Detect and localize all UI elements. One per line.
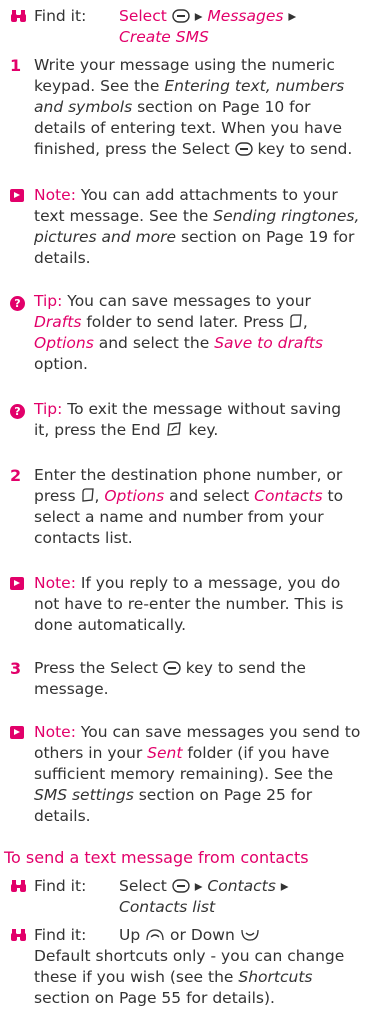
arrow-icon: ▸ [280,877,289,895]
or-text: or [165,926,191,944]
select-text: Select [119,877,167,895]
arrow-icon: ▸ [288,7,297,25]
find-it-path: Select ▸ Contacts ▸ Contacts list [119,876,359,918]
step-number: 3 [10,659,22,678]
note-icon [10,722,30,743]
note-text-part: If you reply to a message, you do not ha… [34,574,344,634]
select-key-icon [234,142,253,156]
tip-text-part: option. [34,355,88,373]
sent-link: Sent [147,744,183,762]
step-text-part: Press the Select [34,659,163,677]
tip-icon: ? [10,399,30,420]
step-text-part: key to send. [252,140,353,158]
binoculars-icon [10,8,30,29]
softkey-icon [290,314,302,328]
tip-text-part: key. [183,421,219,439]
note-label: Note: [34,723,76,741]
softkey-icon [81,488,94,502]
select-key-icon [172,9,190,23]
binoculars-icon [10,927,30,948]
step-number: 1 [10,56,22,75]
find-it-label: Find it: [34,926,87,944]
tip-text-part: and select the [93,334,215,352]
end-key-icon [167,422,182,436]
find-it-path: Select ▸ Messages ▸ Create SMS [119,6,359,48]
note-icon [10,573,30,594]
step-text-part: and select [164,487,255,505]
tip-text: Tip: You can save messages to your Draft… [34,292,323,373]
note-text: Note: You can add attachments to your te… [34,185,361,269]
tip-label: Tip: [34,292,63,310]
note-icon [10,185,30,206]
select-key-icon [172,879,190,893]
find-it-label: Find it: [34,7,87,25]
note-text: Note: You can save messages you send to … [34,722,361,827]
shortcuts-text-part: section on Page 55 for details). [34,989,275,1007]
create-sms-link: Create SMS [119,28,209,46]
down-text: Down [190,926,235,944]
tip-icon: ? [10,291,30,312]
contacts-link: Contacts [254,487,323,505]
options-link: Options [104,487,165,505]
find-it-label: Find it: [34,877,87,895]
find-it-path: Up or Down [119,925,359,946]
up-key-icon [146,929,164,941]
tip-text: Tip: To exit the message without saving … [34,399,361,441]
section-heading: To send a text message from contacts [4,848,309,867]
up-text: Up [119,926,141,944]
options-link: Options [34,334,94,352]
step-text: Enter the destination phone number, or p… [34,466,344,547]
down-key-icon [241,929,259,941]
shortcuts-body: Default shortcuts only - you can change … [34,946,361,1009]
note-label: Note: [34,186,76,204]
note-label: Note: [34,574,76,592]
save-to-drafts-link: Save to drafts [214,334,323,352]
tip-label: Tip: [34,400,63,418]
select-text: Select [119,7,167,25]
contacts-list-link: Contacts list [119,898,216,916]
messages-link: Messages [207,7,284,25]
contacts-link: Contacts [207,877,276,895]
arrow-icon: ▸ [194,877,203,895]
tip-text-part: You can save messages to your [62,292,311,310]
select-key-icon [163,661,181,675]
tip-text-part: folder to send later. Press [81,313,289,331]
shortcuts-link: Shortcuts [238,968,313,986]
step-text: Press the Select key to send the message… [34,658,361,700]
step-text: Write your message using the numeric key… [34,55,361,160]
binoculars-icon [10,878,30,899]
sms-settings-link: SMS settings [34,786,134,804]
step-number: 2 [10,466,22,485]
arrow-icon: ▸ [194,7,203,25]
note-text: Note: If you reply to a message, you do … [34,573,361,636]
drafts-link: Drafts [34,313,82,331]
